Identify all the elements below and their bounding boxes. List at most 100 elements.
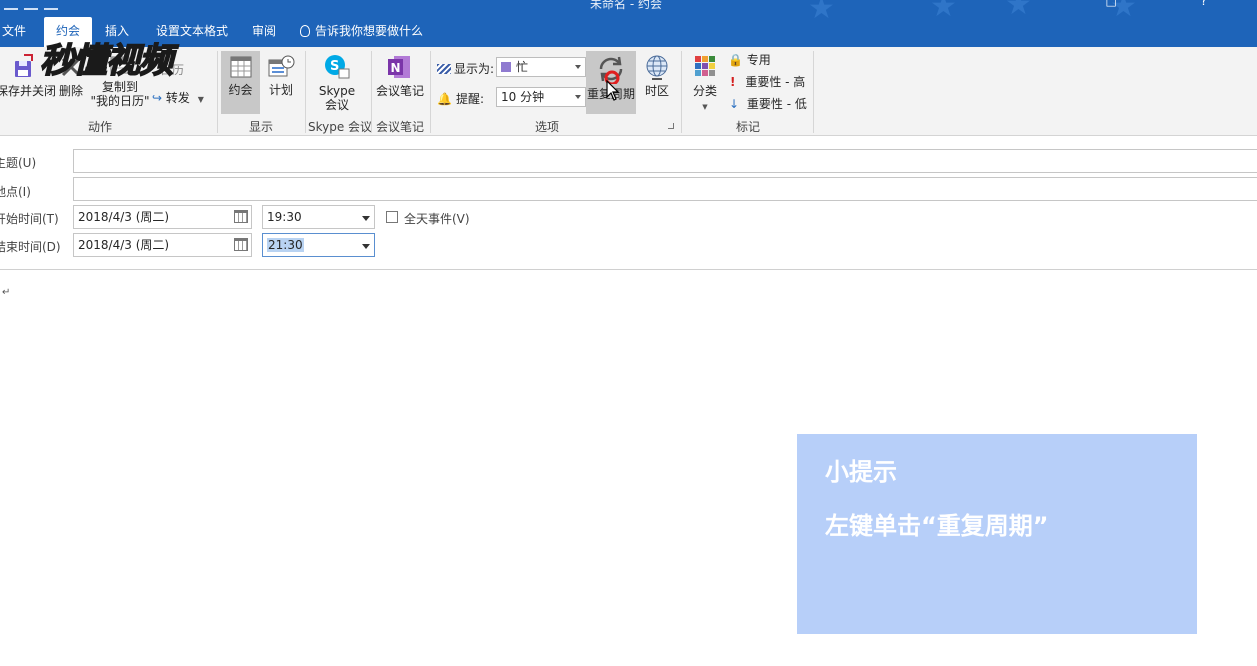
delete-label: 删除 — [58, 84, 83, 98]
ribbon-separator — [430, 51, 431, 133]
logo: 秒懂视频 — [39, 40, 174, 82]
tip-text: 左键单击“重复周期” — [825, 512, 1049, 540]
reminder-dropdown[interactable]: 10 分钟 — [496, 87, 586, 107]
reminder-value: 10 分钟 — [501, 90, 545, 104]
ribbon: 保存并关闭 删除 复制到 "我的日历" 日历 ↪ 转发 ▼ 动作 约会 计划 显… — [0, 47, 1257, 136]
copy-to-line2: "我的日历" — [90, 94, 150, 108]
tell-me-search[interactable]: 告诉我你想要做什么 — [300, 17, 423, 47]
calendar-icon[interactable] — [234, 238, 248, 251]
title-bar: 未命名 - 约会 ★ ★ ★ ★ □ ? 文件 约会 插入 设置文本格式 审阅 … — [0, 0, 1257, 47]
group-label-skype: Skype 会议 — [308, 120, 373, 134]
bell-icon: 🔔 — [437, 92, 452, 106]
calendar-icon[interactable] — [234, 210, 248, 223]
chevron-down-icon — [362, 244, 370, 249]
low-importance-button[interactable]: ↓ 重要性 - 低 — [729, 97, 807, 111]
location-input[interactable] — [73, 177, 1257, 201]
decor-star-icon: ★ — [808, 0, 835, 26]
mouse-pointer-icon — [606, 80, 620, 101]
copy-to-line1: 复制到 — [101, 80, 138, 94]
group-label-tags: 标记 — [736, 120, 761, 134]
show-appointment-button[interactable]: 约会 — [221, 51, 260, 114]
ribbon-separator — [371, 51, 372, 133]
location-label: 地点(I) — [0, 185, 31, 199]
start-time-value: 19:30 — [267, 210, 302, 224]
chevron-down-icon — [575, 65, 581, 69]
subject-label: 主题(U) — [0, 156, 37, 170]
lock-icon: 🔒 — [728, 53, 743, 67]
start-time-dropdown[interactable]: 19:30 — [262, 205, 375, 229]
ribbon-separator — [813, 51, 814, 133]
reminder-label-wrap: 🔔 提醒: — [437, 90, 484, 107]
tab-file[interactable]: 文件 — [2, 17, 26, 47]
exclamation-icon: ! — [730, 75, 736, 89]
start-time-label: 开始时间(T) — [0, 212, 59, 226]
save-close-icon — [15, 54, 33, 77]
decor-star-icon: ★ — [930, 0, 957, 24]
body-paragraph-mark[interactable]: ↵ — [2, 287, 10, 298]
show-as-value: 忙 — [516, 60, 529, 74]
forward-label: 转发 — [165, 91, 190, 105]
save-close-label: 保存并关闭 — [0, 84, 57, 98]
show-appointment-label: 约会 — [228, 83, 253, 97]
meeting-notes-button[interactable]: N 会议笔记 — [375, 53, 425, 98]
schedule-label: 计划 — [268, 83, 293, 97]
chevron-down-icon — [362, 216, 370, 221]
ribbon-separator — [217, 51, 218, 133]
lightbulb-icon — [300, 25, 310, 37]
svg-text:N: N — [391, 61, 401, 75]
skype-line2: 会议 — [324, 98, 349, 112]
time-zone-button[interactable]: 时区 — [641, 53, 673, 98]
meeting-notes-label: 会议笔记 — [375, 84, 424, 98]
forward-button[interactable]: ↪ 转发 ▼ — [152, 91, 204, 107]
arrow-down-icon: ↓ — [729, 97, 740, 111]
schedule-button[interactable]: 计划 — [263, 54, 299, 97]
end-time-value: 21:30 — [267, 238, 304, 252]
end-time-label: 结束时间(D) — [0, 240, 61, 254]
skype-icon: S — [325, 55, 350, 79]
end-time-dropdown[interactable]: 21:30 — [262, 233, 375, 257]
schedule-icon — [268, 55, 295, 77]
all-day-label: 全天事件(V) — [404, 212, 470, 226]
end-date-input[interactable]: 2018/4/3 (周二) — [73, 233, 252, 257]
group-label-show: 显示 — [249, 120, 274, 134]
low-importance-label: 重要性 - 低 — [746, 97, 807, 111]
quick-access-toolbar[interactable] — [4, 0, 64, 10]
tip-overlay: 小提示 左键单击“重复周期” — [797, 434, 1197, 634]
chevron-down-icon — [575, 95, 581, 99]
show-as-label: 显示为: — [454, 62, 495, 76]
show-as-dropdown[interactable]: 忙 — [496, 57, 586, 77]
globe-icon — [646, 55, 668, 80]
categorize-icon — [695, 56, 715, 76]
reminder-label: 提醒: — [455, 92, 484, 106]
group-label-actions: 动作 — [88, 120, 113, 134]
subject-input[interactable] — [73, 149, 1257, 173]
ribbon-separator — [305, 51, 306, 133]
end-date-value: 2018/4/3 (周二) — [78, 238, 170, 252]
tell-me-text: 告诉我你想要做什么 — [315, 24, 424, 38]
status-swatch — [501, 62, 511, 72]
categorize-label: 分类 — [692, 84, 717, 98]
tab-review[interactable]: 审阅 — [252, 17, 276, 47]
window-controls[interactable]: □ ? — [1105, 0, 1247, 8]
private-label: 专用 — [746, 53, 771, 67]
private-button[interactable]: 🔒 专用 — [728, 53, 771, 67]
start-date-input[interactable]: 2018/4/3 (周二) — [73, 205, 252, 229]
time-zone-label: 时区 — [644, 84, 669, 98]
onenote-icon: N — [388, 56, 410, 78]
chevron-down-icon: ▼ — [197, 95, 204, 104]
window-title: 未命名 - 约会 — [590, 0, 662, 11]
decor-star-icon: ★ — [1005, 0, 1032, 22]
form-divider — [0, 269, 1257, 270]
all-day-checkbox[interactable] — [386, 211, 398, 223]
appointment-grid-icon — [230, 56, 251, 78]
categorize-button[interactable]: 分类 ▼ — [688, 53, 722, 114]
show-as-label-wrap: 显示为: — [437, 60, 494, 77]
group-label-options: 选项 — [535, 120, 560, 134]
ribbon-separator — [681, 51, 682, 133]
high-importance-button[interactable]: ! 重要性 - 高 — [730, 75, 805, 89]
high-importance-label: 重要性 - 高 — [745, 75, 806, 89]
chevron-down-icon: ▼ — [702, 103, 708, 111]
skype-meeting-button[interactable]: S Skype 会议 — [315, 53, 359, 112]
group-label-meeting-notes: 会议笔记 — [376, 120, 425, 134]
options-dialog-launcher-icon[interactable] — [668, 123, 674, 129]
